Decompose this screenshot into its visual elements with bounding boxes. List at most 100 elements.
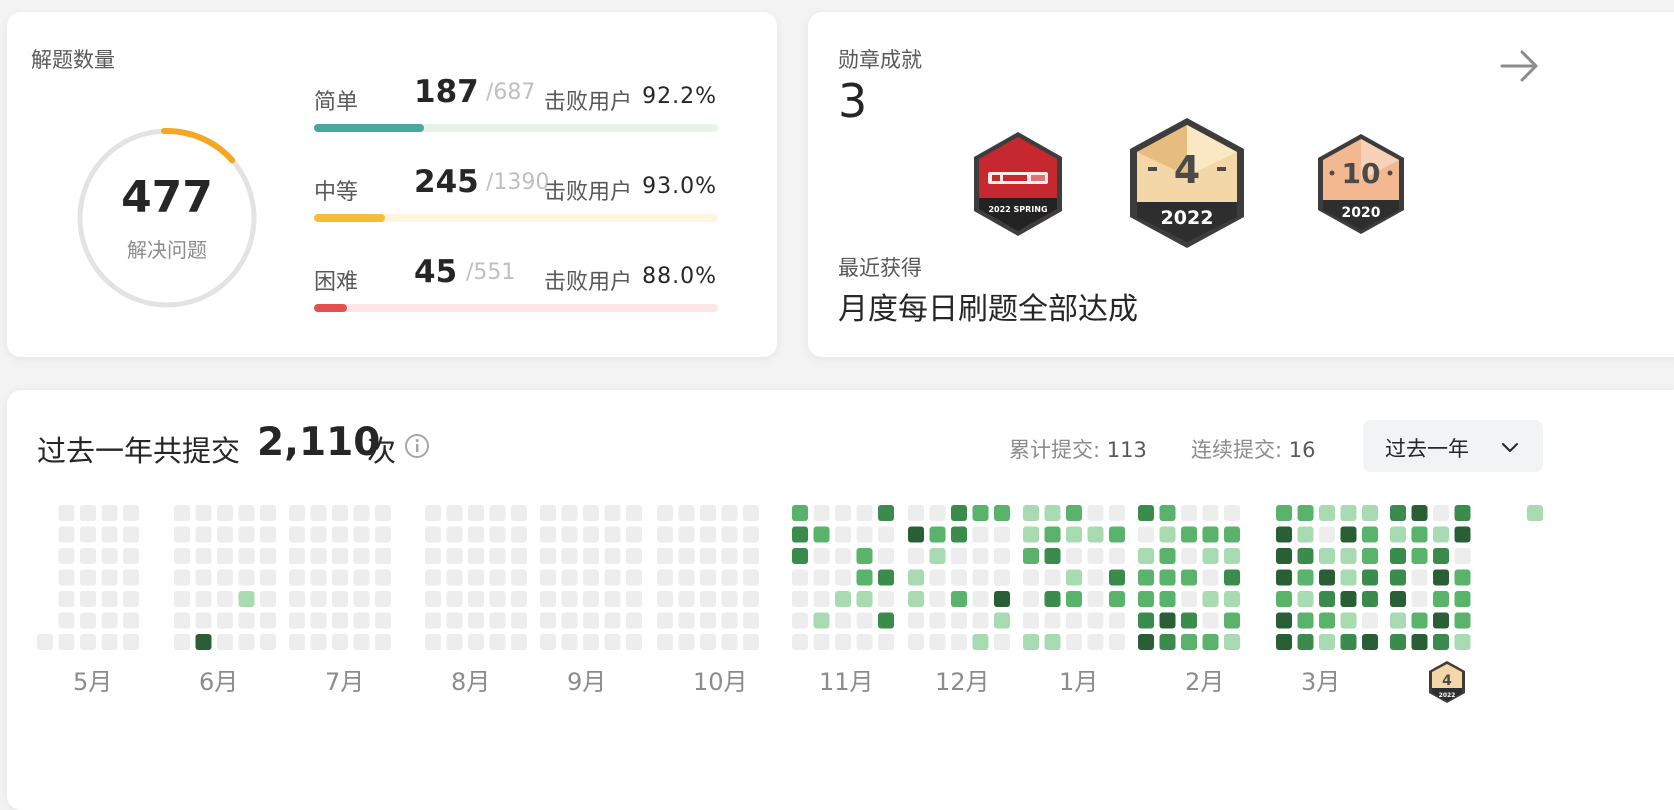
heatmap-cell[interactable] xyxy=(835,634,851,650)
heatmap-cell[interactable] xyxy=(972,526,989,543)
heatmap-cell[interactable] xyxy=(1138,569,1154,586)
heatmap-cell[interactable] xyxy=(972,505,989,521)
heatmap-cell[interactable] xyxy=(1044,634,1061,650)
heatmap-cell[interactable] xyxy=(123,505,139,521)
heatmap-cell[interactable] xyxy=(813,569,830,586)
heatmap-cell[interactable] xyxy=(58,526,75,543)
heatmap-cell[interactable] xyxy=(195,591,212,607)
heatmap-cell[interactable] xyxy=(289,634,305,650)
heatmap-cell[interactable] xyxy=(908,634,924,650)
heatmap-cell[interactable] xyxy=(583,634,599,650)
heatmap-cell[interactable] xyxy=(80,569,96,586)
heatmap-cell[interactable] xyxy=(1066,526,1082,543)
heatmap-cell[interactable] xyxy=(1297,526,1314,543)
heatmap-cell[interactable] xyxy=(1044,505,1061,521)
heatmap-cell[interactable] xyxy=(80,526,96,543)
heatmap-cell[interactable] xyxy=(1224,612,1240,629)
heatmap-cell[interactable] xyxy=(1224,569,1240,586)
heatmap-cell[interactable] xyxy=(1087,569,1104,586)
heatmap-cell[interactable] xyxy=(353,612,370,629)
heatmap-cell[interactable] xyxy=(1023,548,1039,564)
heatmap-cell[interactable] xyxy=(951,548,967,564)
heatmap-cell[interactable] xyxy=(972,591,989,607)
heatmap-cell[interactable] xyxy=(310,526,327,543)
heatmap-cell[interactable] xyxy=(468,526,484,543)
cmb-spring-badge-icon[interactable]: 2022 SPRING xyxy=(968,130,1068,238)
heatmap-cell[interactable] xyxy=(1411,569,1428,586)
heatmap-cell[interactable] xyxy=(1276,612,1292,629)
heatmap-cell[interactable] xyxy=(878,548,894,564)
heatmap-cell[interactable] xyxy=(1454,612,1471,629)
heatmap-cell[interactable] xyxy=(174,569,190,586)
heatmap-cell[interactable] xyxy=(908,505,924,521)
heatmap-cell[interactable] xyxy=(1433,591,1449,607)
heatmap-cell[interactable] xyxy=(101,526,118,543)
heatmap-cell[interactable] xyxy=(657,591,673,607)
heatmap-cell[interactable] xyxy=(174,612,190,629)
heatmap-cell[interactable] xyxy=(260,548,276,564)
heatmap-cell[interactable] xyxy=(1109,634,1125,650)
heatmap-cell[interactable] xyxy=(561,612,578,629)
heatmap-cell[interactable] xyxy=(678,634,695,650)
heatmap-cell[interactable] xyxy=(1319,548,1335,564)
heatmap-cell[interactable] xyxy=(1340,569,1357,586)
heatmap-cell[interactable] xyxy=(604,505,621,521)
monthly-4-badge-icon[interactable]: 4 2022 xyxy=(1126,116,1248,250)
heatmap-cell[interactable] xyxy=(425,505,441,521)
heatmap-cell[interactable] xyxy=(721,548,738,564)
heatmap-cell[interactable] xyxy=(446,505,463,521)
heatmap-cell[interactable] xyxy=(446,569,463,586)
heatmap-cell[interactable] xyxy=(721,505,738,521)
heatmap-cell[interactable] xyxy=(994,526,1010,543)
heatmap-cell[interactable] xyxy=(1340,548,1357,564)
heatmap-cell[interactable] xyxy=(540,548,556,564)
heatmap-cell[interactable] xyxy=(123,548,139,564)
heatmap-cell[interactable] xyxy=(425,569,441,586)
heatmap-cell[interactable] xyxy=(626,612,642,629)
heatmap-cell[interactable] xyxy=(310,634,327,650)
heatmap-cell[interactable] xyxy=(1066,505,1082,521)
heatmap-cell[interactable] xyxy=(217,569,233,586)
heatmap-cell[interactable] xyxy=(1202,569,1219,586)
heatmap-cell[interactable] xyxy=(604,612,621,629)
heatmap-cell[interactable] xyxy=(174,505,190,521)
heatmap-cell[interactable] xyxy=(604,569,621,586)
heatmap-cell[interactable] xyxy=(375,612,391,629)
heatmap-cell[interactable] xyxy=(700,634,716,650)
heatmap-cell[interactable] xyxy=(123,526,139,543)
heatmap-cell[interactable] xyxy=(743,548,759,564)
heatmap-cell[interactable] xyxy=(260,634,276,650)
heatmap-cell[interactable] xyxy=(994,505,1010,521)
heatmap-cell[interactable] xyxy=(1224,548,1240,564)
heatmap-cell[interactable] xyxy=(1433,634,1449,650)
heatmap-cell[interactable] xyxy=(101,591,118,607)
heatmap-cell[interactable] xyxy=(238,548,255,564)
heatmap-cell[interactable] xyxy=(1297,634,1314,650)
heatmap-cell[interactable] xyxy=(878,612,894,629)
heatmap-cell[interactable] xyxy=(1390,634,1406,650)
heatmap-cell[interactable] xyxy=(1319,591,1335,607)
heatmap-cell[interactable] xyxy=(657,548,673,564)
heatmap-cell[interactable] xyxy=(353,548,370,564)
heatmap-cell[interactable] xyxy=(561,634,578,650)
heatmap-cell[interactable] xyxy=(58,634,75,650)
heatmap-cell[interactable] xyxy=(217,526,233,543)
heatmap-cell[interactable] xyxy=(951,526,967,543)
heatmap-cell[interactable] xyxy=(678,548,695,564)
heatmap-cell[interactable] xyxy=(58,505,75,521)
heatmap-cell[interactable] xyxy=(678,505,695,521)
heatmap-cell[interactable] xyxy=(540,634,556,650)
heatmap-cell[interactable] xyxy=(260,612,276,629)
heatmap-cell[interactable] xyxy=(1454,548,1471,564)
heatmap-cell[interactable] xyxy=(835,569,851,586)
heatmap-cell[interactable] xyxy=(37,634,53,650)
heatmap-cell[interactable] xyxy=(1411,634,1428,650)
heatmap-cell[interactable] xyxy=(332,548,348,564)
range-select[interactable]: 过去一年 xyxy=(1363,420,1543,472)
heatmap-cell[interactable] xyxy=(195,526,212,543)
heatmap-cell[interactable] xyxy=(1319,634,1335,650)
heatmap-cell[interactable] xyxy=(1362,591,1378,607)
heatmap-cell[interactable] xyxy=(626,591,642,607)
heatmap-cell[interactable] xyxy=(721,569,738,586)
heatmap-cell[interactable] xyxy=(994,634,1010,650)
